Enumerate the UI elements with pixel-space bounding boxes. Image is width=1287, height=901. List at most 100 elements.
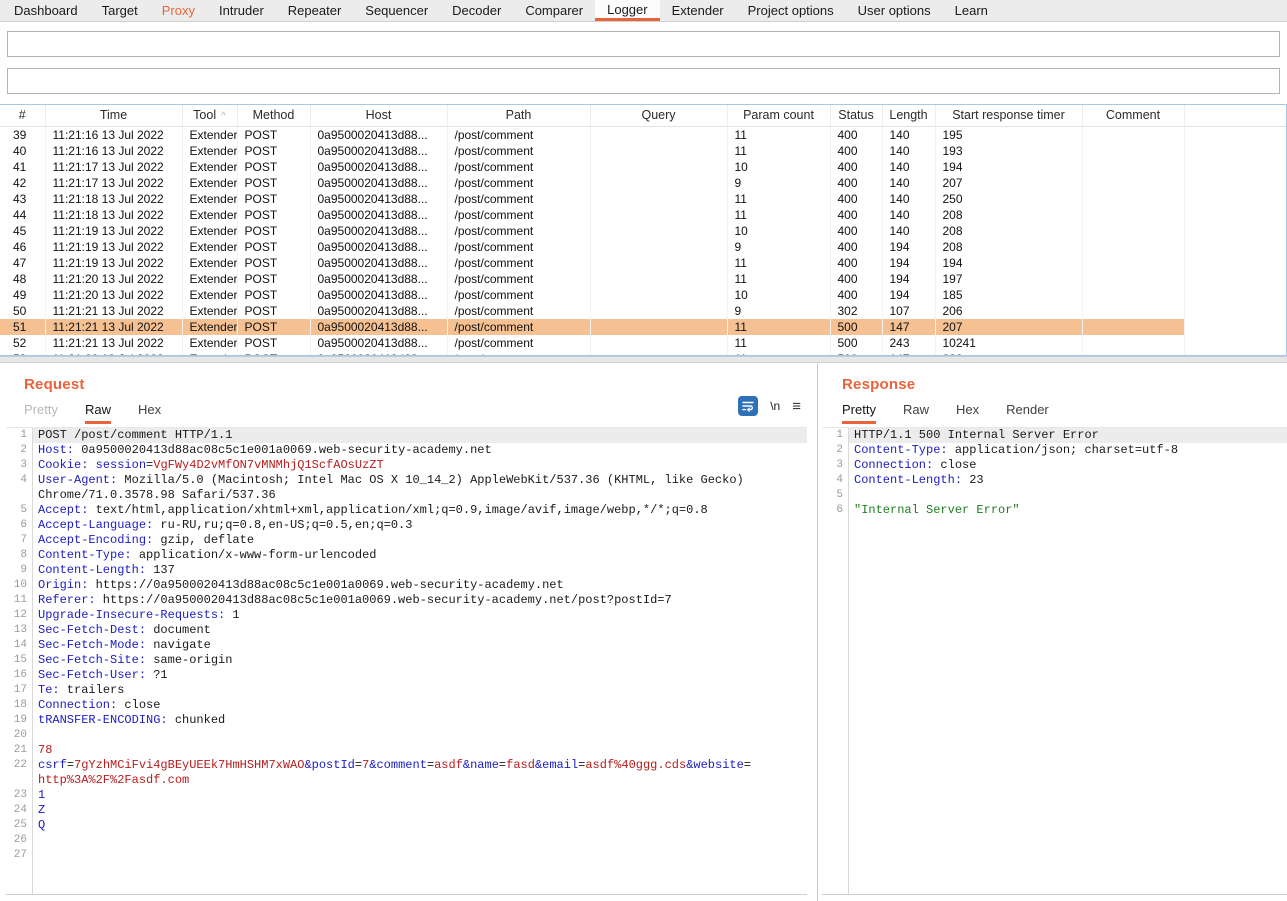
- column-header-query[interactable]: Query: [590, 105, 727, 126]
- line-number: 24: [6, 803, 32, 818]
- response-panel: Response PrettyRawHexRender 1HTTP/1.1 50…: [818, 363, 1287, 901]
- table-cell: 53: [0, 351, 45, 357]
- table-cell: POST: [237, 175, 310, 191]
- column-header-param-count[interactable]: Param count: [727, 105, 830, 126]
- table-row[interactable]: 4211:21:17 13 Jul 2022ExtenderPOST0a9500…: [0, 175, 1286, 191]
- menu-item-sequencer[interactable]: Sequencer: [353, 0, 440, 21]
- line-content: Content-Type: application/x-www-form-url…: [32, 548, 807, 563]
- tab-response-hex[interactable]: Hex: [956, 402, 979, 424]
- line-number: 13: [6, 623, 32, 638]
- horizontal-splitter[interactable]: [0, 356, 1287, 363]
- table-cell: POST: [237, 126, 310, 143]
- menu-item-decoder[interactable]: Decoder: [440, 0, 513, 21]
- table-cell: 185: [935, 287, 1082, 303]
- table-row[interactable]: 4711:21:19 13 Jul 2022ExtenderPOST0a9500…: [0, 255, 1286, 271]
- column-header-time[interactable]: Time: [45, 105, 182, 126]
- table-row[interactable]: 4611:21:19 13 Jul 2022ExtenderPOST0a9500…: [0, 239, 1286, 255]
- request-editor[interactable]: 1POST /post/comment HTTP/1.12Host: 0a950…: [6, 427, 807, 895]
- table-cell: 11:21:21 13 Jul 2022: [45, 303, 182, 319]
- soft-wrap-toggle-icon[interactable]: [738, 396, 758, 416]
- table-cell: 45: [0, 223, 45, 239]
- table-cell: 0a9500020413d88...: [310, 126, 447, 143]
- editor-menu-icon[interactable]: ≡: [792, 398, 801, 415]
- table-cell: 140: [882, 207, 935, 223]
- table-row[interactable]: 3911:21:16 13 Jul 2022ExtenderPOST0a9500…: [0, 126, 1286, 143]
- view-filter-bar[interactable]: View filter: Showing all items: [7, 68, 1280, 94]
- line-number: 23: [6, 788, 32, 803]
- column-header-index[interactable]: #: [0, 105, 45, 126]
- table-row[interactable]: 4311:21:18 13 Jul 2022ExtenderPOST0a9500…: [0, 191, 1286, 207]
- table-cell: 140: [882, 175, 935, 191]
- table-cell: 400: [830, 239, 882, 255]
- capture-filter-bar[interactable]: Capture filter: Logger memory limit set …: [7, 31, 1280, 57]
- menu-item-target[interactable]: Target: [90, 0, 150, 21]
- table-row[interactable]: 4411:21:18 13 Jul 2022ExtenderPOST0a9500…: [0, 207, 1286, 223]
- column-header-comment[interactable]: Comment: [1082, 105, 1184, 126]
- tab-request-hex[interactable]: Hex: [138, 402, 161, 424]
- menu-item-user-options[interactable]: User options: [846, 0, 943, 21]
- column-header-start-response-timer[interactable]: Start response timer: [935, 105, 1082, 126]
- table-row[interactable]: 4511:21:19 13 Jul 2022ExtenderPOST0a9500…: [0, 223, 1286, 239]
- table-cell: Extender: [182, 255, 237, 271]
- table-row[interactable]: 4911:21:20 13 Jul 2022ExtenderPOST0a9500…: [0, 287, 1286, 303]
- editor-line: 231: [6, 788, 807, 803]
- table-cell: Extender: [182, 303, 237, 319]
- newline-toggle[interactable]: \n: [770, 399, 780, 413]
- table-cell: Extender: [182, 239, 237, 255]
- line-content: [32, 833, 807, 848]
- tab-response-render[interactable]: Render: [1006, 402, 1049, 424]
- table-row[interactable]: 5311:21:22 13 Jul 2022ExtenderPOST0a9500…: [0, 351, 1286, 357]
- editor-line: 6Accept-Language: ru-RU,ru;q=0.8,en-US;q…: [6, 518, 807, 533]
- table-row[interactable]: 5211:21:21 13 Jul 2022ExtenderPOST0a9500…: [0, 335, 1286, 351]
- table-cell: 11:21:16 13 Jul 2022: [45, 126, 182, 143]
- menu-item-dashboard[interactable]: Dashboard: [2, 0, 90, 21]
- editor-line: 2Content-Type: application/json; charset…: [822, 443, 1287, 458]
- table-cell-filler: [1184, 207, 1286, 223]
- table-cell: 0a9500020413d88...: [310, 351, 447, 357]
- editor-line: 7Accept-Encoding: gzip, deflate: [6, 533, 807, 548]
- table-cell: 11:21:21 13 Jul 2022: [45, 335, 182, 351]
- table-cell-filler: [1184, 271, 1286, 287]
- table-cell: [590, 303, 727, 319]
- menu-item-logger[interactable]: Logger: [595, 0, 659, 21]
- table-row[interactable]: 5011:21:21 13 Jul 2022ExtenderPOST0a9500…: [0, 303, 1286, 319]
- table-row[interactable]: 5111:21:21 13 Jul 2022ExtenderPOST0a9500…: [0, 319, 1286, 335]
- table-cell: /post/comment: [447, 351, 590, 357]
- table-cell: 49: [0, 287, 45, 303]
- menu-item-extender[interactable]: Extender: [660, 0, 736, 21]
- menu-item-project-options[interactable]: Project options: [736, 0, 846, 21]
- line-content: Te: trailers: [32, 683, 807, 698]
- request-panel: Request PrettyRawHex \n ≡ 1POST /post/co…: [0, 363, 818, 901]
- tab-response-raw[interactable]: Raw: [903, 402, 929, 424]
- table-cell: [1082, 335, 1184, 351]
- column-header-host[interactable]: Host: [310, 105, 447, 126]
- table-cell: Extender: [182, 191, 237, 207]
- column-header-status[interactable]: Status: [830, 105, 882, 126]
- menu-item-comparer[interactable]: Comparer: [513, 0, 595, 21]
- tab-request-pretty[interactable]: Pretty: [24, 402, 58, 424]
- table-cell: [1082, 126, 1184, 143]
- tab-response-pretty[interactable]: Pretty: [842, 402, 876, 424]
- menu-item-proxy[interactable]: Proxy: [150, 0, 207, 21]
- column-header-path[interactable]: Path: [447, 105, 590, 126]
- table-cell: [590, 271, 727, 287]
- table-row[interactable]: 4111:21:17 13 Jul 2022ExtenderPOST0a9500…: [0, 159, 1286, 175]
- line-content: Host: 0a9500020413d88ac08c5c1e001a0069.w…: [32, 443, 807, 458]
- column-header-length[interactable]: Length: [882, 105, 935, 126]
- table-cell: 11:21:19 13 Jul 2022: [45, 255, 182, 271]
- editor-line: 6"Internal Server Error": [822, 503, 1287, 518]
- table-row[interactable]: 4011:21:16 13 Jul 2022ExtenderPOST0a9500…: [0, 143, 1286, 159]
- line-content: Sec-Fetch-User: ?1: [32, 668, 807, 683]
- table-cell: 0a9500020413d88...: [310, 335, 447, 351]
- response-editor[interactable]: 1HTTP/1.1 500 Internal Server Error2Cont…: [822, 427, 1287, 895]
- table-row[interactable]: 4811:21:20 13 Jul 2022ExtenderPOST0a9500…: [0, 271, 1286, 287]
- tab-request-raw[interactable]: Raw: [85, 402, 111, 424]
- table-cell: [1082, 255, 1184, 271]
- menu-item-learn[interactable]: Learn: [943, 0, 1000, 21]
- table-cell-filler: [1184, 223, 1286, 239]
- column-header-method[interactable]: Method: [237, 105, 310, 126]
- column-header-tool[interactable]: Tool^: [182, 105, 237, 126]
- editor-line: 9Content-Length: 137: [6, 563, 807, 578]
- menu-item-intruder[interactable]: Intruder: [207, 0, 276, 21]
- menu-item-repeater[interactable]: Repeater: [276, 0, 353, 21]
